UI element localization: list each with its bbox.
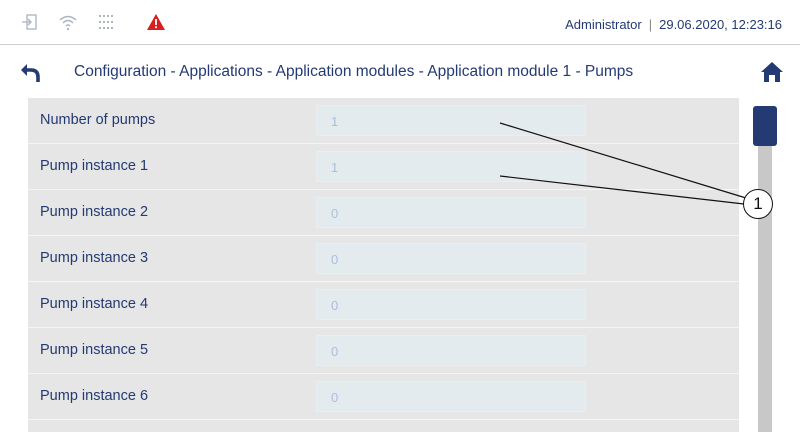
- list-row-pump-instance-3[interactable]: Pump instance 3 0: [28, 236, 739, 282]
- list-row-pump-instance-5[interactable]: Pump instance 5 0: [28, 328, 739, 374]
- navigation-bar: Configuration - Applications - Applicati…: [0, 44, 800, 99]
- list-row-pump-instance-2[interactable]: Pump instance 2 0: [28, 190, 739, 236]
- pump-settings-list: Number of pumps 1 Pump instance 1 1 Pump…: [28, 98, 739, 432]
- scrollbar-track[interactable]: [758, 106, 772, 432]
- pump-instance-6-field[interactable]: 0: [316, 381, 586, 412]
- list-row-pump-instance-1[interactable]: Pump instance 1 1: [28, 144, 739, 190]
- scrollbar-thumb[interactable]: [753, 106, 777, 146]
- datetime: 29.06.2020, 12:23:16: [659, 17, 782, 32]
- back-arrow-icon[interactable]: [18, 60, 42, 84]
- scrollbar[interactable]: [752, 106, 778, 432]
- breadcrumb: Configuration - Applications - Applicati…: [74, 63, 634, 80]
- row-label: Number of pumps: [40, 112, 156, 128]
- row-label: Pump instance 1: [40, 158, 149, 174]
- pump-instance-4-field[interactable]: 0: [316, 289, 586, 320]
- login-icon: [22, 14, 37, 30]
- warning-icon[interactable]: [146, 12, 166, 32]
- content-area: Number of pumps 1 Pump instance 1 1 Pump…: [0, 98, 800, 432]
- list-row-pump-instance-6[interactable]: Pump instance 6 0: [28, 374, 739, 420]
- row-label: Pump instance 3: [40, 250, 149, 266]
- list-row-pump-instance-4[interactable]: Pump instance 4 0: [28, 282, 739, 328]
- callout-marker: 1: [743, 189, 773, 219]
- pump-instance-3-field[interactable]: 0: [316, 243, 586, 274]
- pump-instance-1-field[interactable]: 1: [316, 151, 586, 182]
- home-icon[interactable]: [760, 60, 784, 84]
- status-separator: |: [648, 17, 653, 32]
- status-info: Administrator | 29.06.2020, 12:23:16: [565, 17, 782, 32]
- user-name: Administrator: [565, 17, 642, 32]
- list-row-number-of-pumps[interactable]: Number of pumps 1: [28, 98, 739, 144]
- number-of-pumps-field[interactable]: 1: [316, 105, 586, 136]
- pump-instance-2-field[interactable]: 0: [316, 197, 586, 228]
- status-bar: Administrator | 29.06.2020, 12:23:16: [0, 0, 800, 44]
- pump-instance-5-field[interactable]: 0: [316, 335, 586, 366]
- row-label: Pump instance 5: [40, 342, 149, 358]
- row-label: Pump instance 4: [40, 296, 149, 312]
- keypad-grid-icon: [99, 15, 113, 29]
- row-label: Pump instance 2: [40, 204, 149, 220]
- wifi-icon: [59, 15, 77, 31]
- row-label: Pump instance 6: [40, 388, 149, 404]
